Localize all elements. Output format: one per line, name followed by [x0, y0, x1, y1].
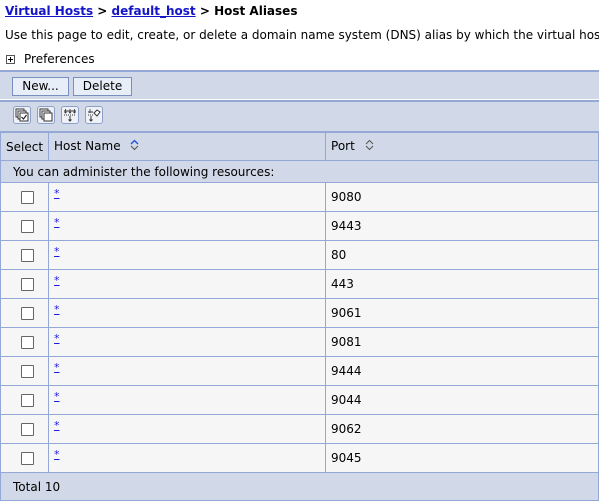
host-name-cell: *: [48, 182, 327, 212]
host-name-cell: *: [48, 356, 327, 386]
column-header-port-label: Port: [331, 139, 355, 153]
select-cell: [0, 327, 50, 357]
host-name-link[interactable]: *: [54, 303, 60, 316]
select-cell: [0, 443, 50, 473]
host-name-link[interactable]: *: [54, 390, 60, 403]
select-cell: [0, 269, 50, 299]
host-name-cell: *: [48, 443, 327, 473]
sort-toggle-icon[interactable]: [365, 139, 374, 154]
table-row: * 9081: [0, 327, 599, 357]
select-cell: [0, 385, 50, 415]
table-row: * 80: [0, 240, 599, 270]
host-name-cell: *: [48, 240, 327, 270]
row-select-checkbox[interactable]: [21, 278, 35, 291]
table-row: * 9080: [0, 182, 599, 212]
host-aliases-table: Select Host Name Port You can administer…: [0, 131, 599, 501]
page-description: Use this page to edit, create, or delete…: [5, 28, 599, 42]
host-name-link[interactable]: *: [54, 419, 60, 432]
table-row: * 9044: [0, 385, 599, 415]
delete-button[interactable]: Delete: [73, 77, 132, 96]
table-row: * 443: [0, 269, 599, 299]
table-total-row: Total 10: [0, 472, 599, 501]
breadcrumb-current-page: Host Aliases: [214, 4, 298, 18]
host-name-cell: *: [48, 211, 327, 241]
port-cell: 9443: [325, 211, 599, 241]
row-select-checkbox[interactable]: [21, 307, 35, 320]
host-name-cell: *: [48, 414, 327, 444]
host-name-cell: *: [48, 385, 327, 415]
row-select-checkbox[interactable]: [21, 191, 35, 204]
row-select-checkbox[interactable]: [21, 452, 35, 465]
table-tools-toolbar: [0, 100, 599, 131]
breadcrumb-separator: >: [199, 4, 210, 18]
column-header-host-name-label: Host Name: [54, 139, 121, 153]
row-select-checkbox[interactable]: [21, 423, 35, 436]
select-all-icon[interactable]: [13, 106, 31, 124]
row-select-checkbox[interactable]: [21, 394, 35, 407]
preferences-label: Preferences: [24, 52, 95, 66]
resources-notice-row: You can administer the following resourc…: [0, 160, 599, 183]
host-name-link[interactable]: *: [54, 361, 60, 374]
port-cell: 9062: [325, 414, 599, 444]
port-cell: 9061: [325, 298, 599, 328]
expand-plus-icon: [6, 54, 15, 64]
table-row: * 9062: [0, 414, 599, 444]
host-name-link[interactable]: *: [54, 274, 60, 287]
breadcrumb-virtual-hosts[interactable]: Virtual Hosts: [5, 4, 93, 18]
port-cell: 9081: [325, 327, 599, 357]
column-header-select-label: Select: [6, 139, 44, 154]
new-button[interactable]: New...: [12, 77, 69, 96]
row-select-checkbox[interactable]: [21, 365, 35, 378]
host-name-cell: *: [48, 327, 327, 357]
action-toolbar: New... Delete: [0, 70, 599, 99]
port-cell: 9045: [325, 443, 599, 473]
select-cell: [0, 182, 50, 212]
port-cell: 9044: [325, 385, 599, 415]
host-name-link[interactable]: *: [54, 332, 60, 345]
select-cell: [0, 298, 50, 328]
port-cell: 9080: [325, 182, 599, 212]
row-select-checkbox[interactable]: [21, 220, 35, 233]
port-cell: 9444: [325, 356, 599, 386]
select-cell: [0, 356, 50, 386]
select-cell: [0, 211, 50, 241]
deselect-all-icon[interactable]: [37, 106, 55, 124]
clear-filter-icon[interactable]: [85, 106, 103, 124]
host-name-link[interactable]: *: [54, 187, 60, 200]
column-header-select: Select: [0, 131, 50, 161]
table-row: * 9443: [0, 211, 599, 241]
column-header-port[interactable]: Port: [325, 131, 599, 161]
sort-ascending-icon[interactable]: [130, 139, 139, 154]
port-cell: 443: [325, 269, 599, 299]
port-cell: 80: [325, 240, 599, 270]
host-name-cell: *: [48, 269, 327, 299]
column-header-host-name[interactable]: Host Name: [48, 131, 327, 161]
host-name-link[interactable]: *: [54, 448, 60, 461]
row-select-checkbox[interactable]: [21, 336, 35, 349]
select-cell: [0, 414, 50, 444]
table-row: * 9444: [0, 356, 599, 386]
resources-notice: You can administer the following resourc…: [0, 160, 599, 183]
preferences-toggle[interactable]: Preferences: [6, 52, 95, 66]
select-cell: [0, 240, 50, 270]
breadcrumb-default-host[interactable]: default_host: [112, 4, 196, 18]
total-count: Total 10: [0, 472, 599, 501]
table-header-row: Select Host Name Port: [0, 131, 599, 161]
table-row: * 9061: [0, 298, 599, 328]
table-row: * 9045: [0, 443, 599, 473]
host-name-link[interactable]: *: [54, 216, 60, 229]
host-name-cell: *: [48, 298, 327, 328]
host-name-link[interactable]: *: [54, 245, 60, 258]
breadcrumb-separator: >: [97, 4, 108, 18]
row-select-checkbox[interactable]: [21, 249, 35, 262]
breadcrumb: Virtual Hosts > default_host > Host Alia…: [5, 4, 297, 18]
show-filter-icon[interactable]: [61, 106, 79, 124]
